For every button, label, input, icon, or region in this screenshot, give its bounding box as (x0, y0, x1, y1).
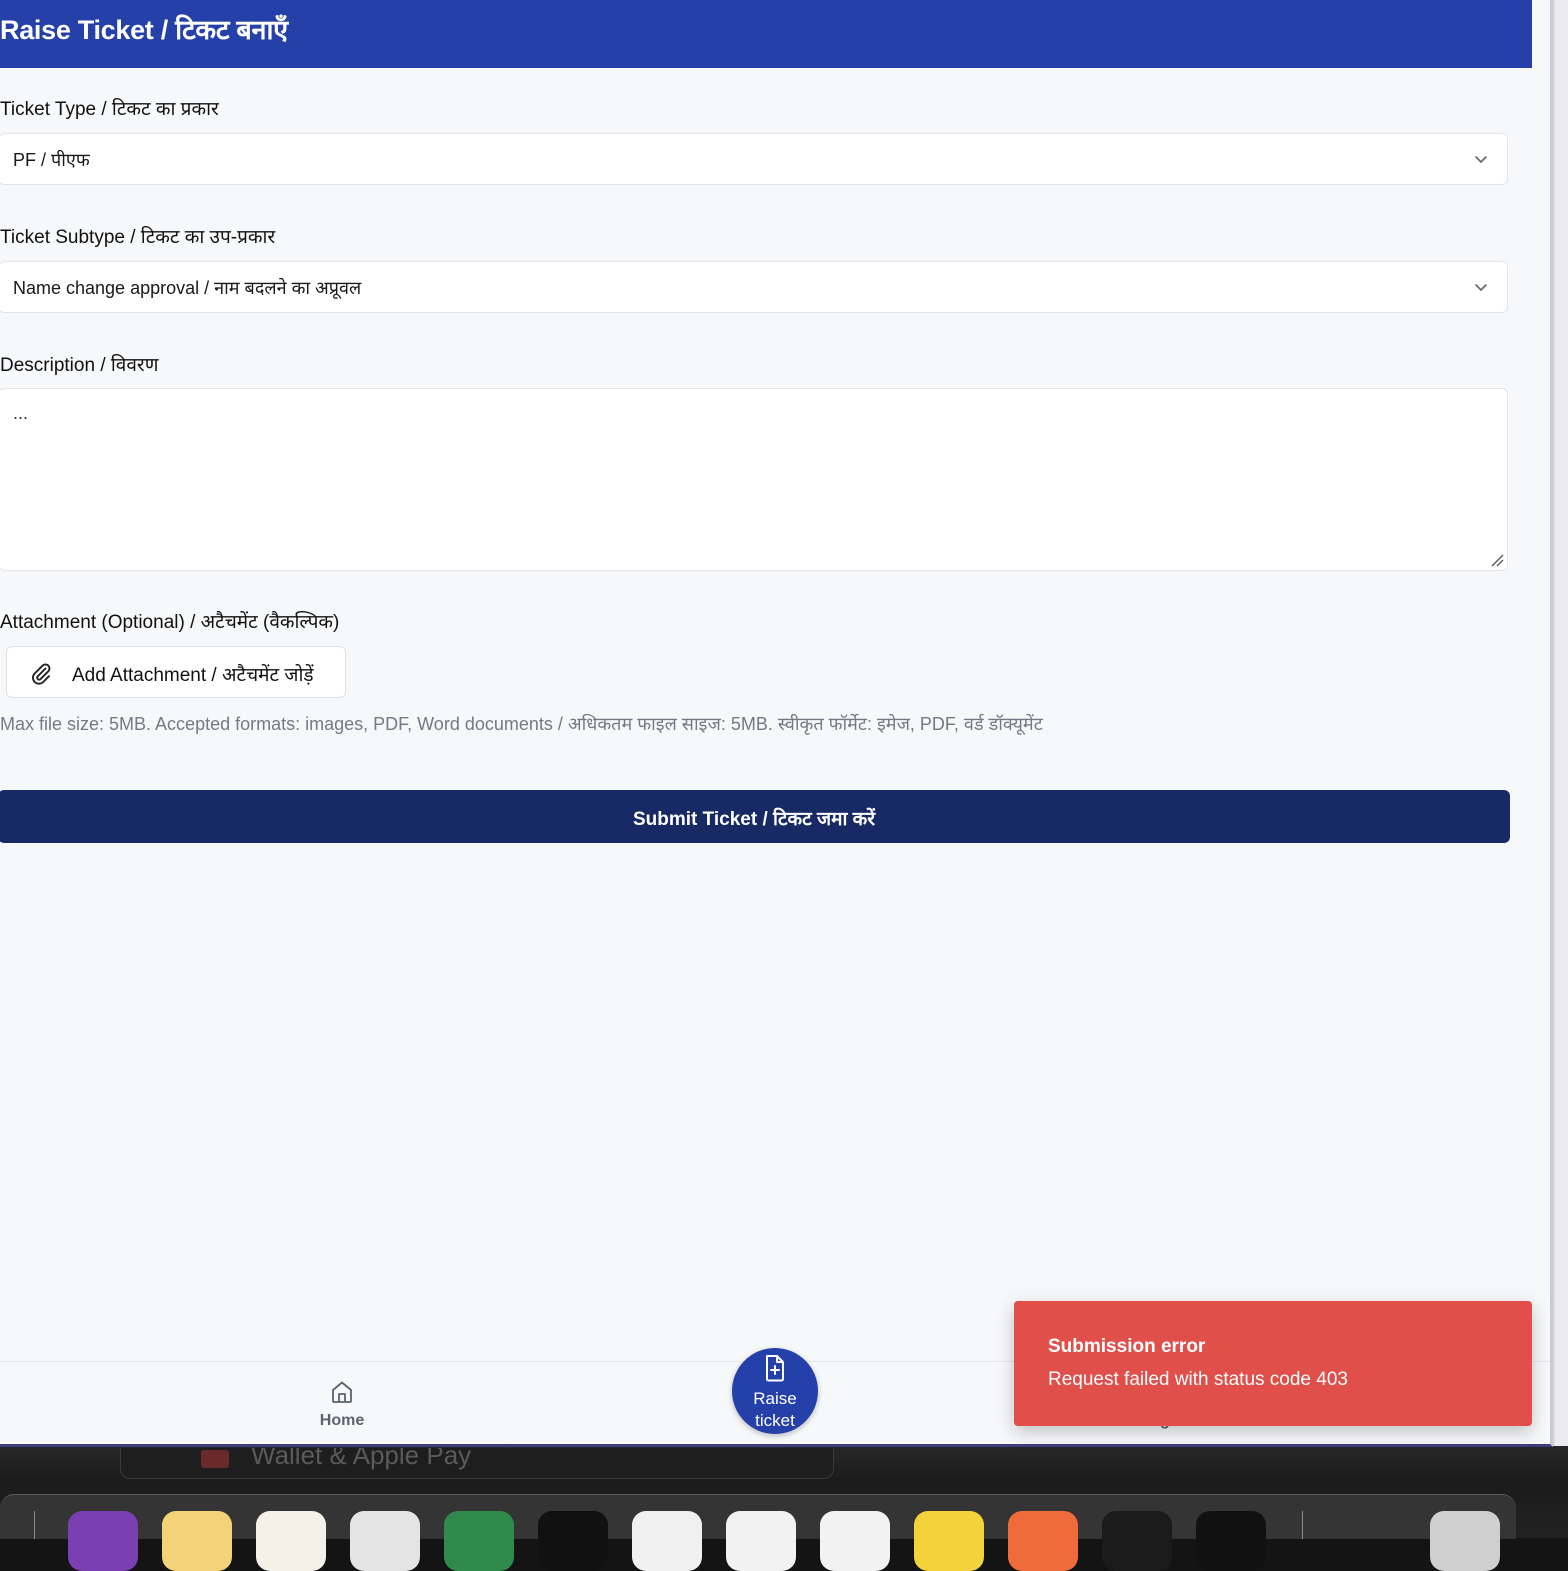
ticket-type-select[interactable]: PF / पीएफ (0, 133, 1508, 185)
document-icon[interactable] (820, 1511, 890, 1571)
chevron-down-icon (1475, 284, 1487, 291)
spreadsheet-icon[interactable] (444, 1511, 514, 1571)
ticket-type-value: PF / पीएफ (13, 150, 90, 170)
description-value: ... (13, 403, 29, 423)
description-label: Description / विवरण (0, 355, 159, 376)
background-window: Wallet & Apple Pay (120, 1448, 834, 1479)
error-toast[interactable]: Submission error Request failed with sta… (1014, 1301, 1532, 1426)
nav-home-label: Home (319, 1412, 365, 1429)
app-window: Raise Ticket / टिकट बनाएँ Ticket Type / … (0, 0, 1553, 1447)
toast-title: Submission error (1048, 1336, 1206, 1357)
chevron-down-icon (1475, 156, 1487, 163)
page-title: Raise Ticket / टिकट बनाएँ (0, 15, 288, 45)
dock-separator (34, 1511, 35, 1539)
resize-grip-icon[interactable] (1488, 551, 1504, 567)
background-window-text: Wallet & Apple Pay (251, 1448, 472, 1470)
generic-app-icon[interactable] (1008, 1511, 1078, 1571)
generic-app-icon[interactable] (162, 1511, 232, 1571)
code-editor-icon[interactable] (632, 1511, 702, 1571)
attachment-label: Attachment (Optional) / अटैचमेंट (वैकल्प… (0, 612, 340, 633)
ticket-subtype-value: Name change approval / नाम बदलने का अप्र… (13, 278, 362, 298)
description-textarea[interactable]: ... (0, 388, 1508, 571)
ticket-subtype-label: Ticket Subtype / टिकट का उप-प्रकार (0, 227, 276, 248)
chrome-icon[interactable] (350, 1511, 420, 1571)
ticket-subtype-select[interactable]: Name change approval / नाम बदलने का अप्र… (0, 261, 1508, 313)
raise-ticket-label-line1: Raise (753, 1389, 797, 1408)
dock (0, 1494, 1516, 1571)
trash-icon[interactable] (1430, 1511, 1500, 1571)
background-window-icon (201, 1450, 229, 1468)
submit-ticket-label: Submit Ticket / टिकट जमा करें (632, 809, 876, 830)
generic-app-icon[interactable] (68, 1511, 138, 1571)
attachment-hint: Max file size: 5MB. Accepted formats: im… (0, 714, 1043, 734)
page-header: Raise Ticket / टिकट बनाएँ (0, 0, 1532, 68)
generic-app-icon[interactable] (1196, 1511, 1266, 1571)
raise-ticket-label-line2: ticket (755, 1411, 795, 1430)
ticket-type-label: Ticket Type / टिकट का प्रकार (0, 99, 219, 120)
add-attachment-label: Add Attachment / अटैचमेंट जोड़ें (72, 665, 314, 686)
raise-ticket-fab[interactable]: Raise ticket (732, 1348, 818, 1434)
add-attachment-button[interactable]: Add Attachment / अटैचमेंट जोड़ें (6, 646, 346, 698)
raise-ticket-label: Raise ticket (732, 1388, 818, 1432)
presentation-icon[interactable] (726, 1511, 796, 1571)
activity-monitor-icon[interactable] (1102, 1511, 1172, 1571)
generic-app-icon[interactable] (914, 1511, 984, 1571)
file-plus-icon (766, 1355, 784, 1382)
home-icon (332, 1381, 352, 1403)
generic-app-icon[interactable] (256, 1511, 326, 1571)
toast-message: Request failed with status code 403 (1048, 1369, 1348, 1390)
dock-separator (1302, 1511, 1303, 1539)
nav-item-home[interactable]: Home (300, 1362, 384, 1442)
window-edge (1551, 0, 1568, 1446)
submit-ticket-button[interactable]: Submit Ticket / टिकट जमा करें (0, 790, 1510, 843)
terminal-icon[interactable] (538, 1511, 608, 1571)
paperclip-icon (32, 663, 51, 685)
